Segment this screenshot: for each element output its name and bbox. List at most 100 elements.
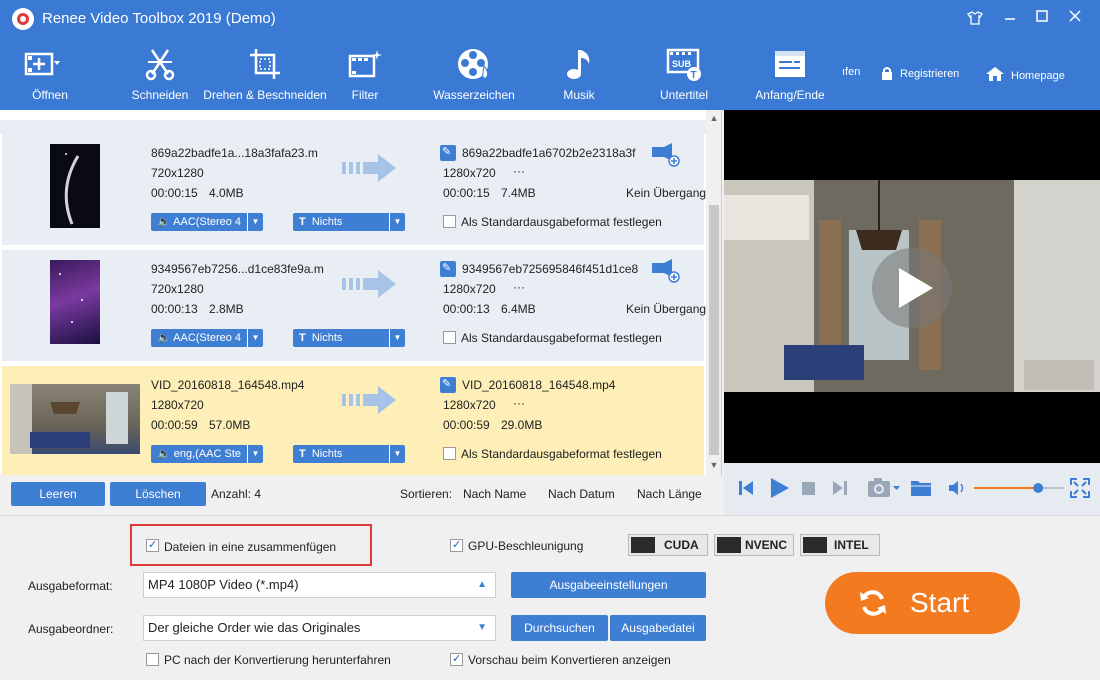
chevron-down-icon: ▼ (389, 329, 405, 347)
audio-track-value: 🔈 AAC(Stereo 4 (157, 332, 242, 344)
output-file-button[interactable]: Ausgabedatei (610, 615, 706, 641)
shutdown-checkbox[interactable] (146, 653, 159, 666)
register-link[interactable]: Registrieren (880, 66, 959, 80)
edit-name-icon[interactable] (440, 377, 456, 393)
cuda-badge: CUDA (628, 534, 708, 556)
output-folder-select[interactable]: Der gleiche Order wie das Originales ▼ (143, 615, 496, 641)
subtitle-dropdown[interactable]: T Nichts ▼ (293, 329, 405, 347)
audio-track-value: 🔈 AAC(Stereo 4 (157, 216, 242, 228)
speaker-icon: 🔈 (157, 448, 171, 460)
filter-label: Filter (351, 88, 379, 102)
list-item[interactable]: 9349567eb7256...d1ce83fe9a.m 720x1280 00… (2, 250, 707, 361)
shirt-icon[interactable] (960, 6, 990, 30)
filter-button[interactable]: Filter (340, 38, 390, 110)
skip-back-icon[interactable] (738, 480, 754, 496)
output-size: 6.4MB (501, 302, 536, 316)
output-more[interactable]: ··· (513, 396, 525, 410)
start-label: Start (910, 587, 970, 618)
transition-label: Kein Übergang (626, 302, 707, 316)
list-item[interactable]: 869a22badfe1a...18a3fafa23.m 720x1280 00… (2, 134, 706, 245)
chevron-down-icon: ▼ (389, 213, 405, 231)
scroll-up-icon[interactable]: ▲ (706, 110, 721, 126)
list-scrollbar[interactable]: ▲ ▼ (706, 110, 721, 475)
subtitle-label: Untertitel (659, 88, 709, 102)
edit-name-icon[interactable] (440, 261, 456, 277)
close-button[interactable] (1060, 6, 1090, 30)
minimize-button[interactable] (995, 6, 1025, 30)
output-duration: 00:00:15 (443, 186, 490, 200)
set-default-checkbox[interactable] (443, 447, 456, 460)
open-button[interactable]: Öffnen (14, 38, 86, 110)
video-thumbnail (10, 384, 140, 454)
output-more[interactable]: ··· (513, 280, 525, 294)
watermark-button[interactable]: Wasserzeichen (425, 38, 523, 110)
sort-by-date[interactable]: Nach Datum (548, 487, 615, 501)
volume-icon[interactable] (948, 480, 966, 496)
output-more[interactable]: ··· (513, 164, 525, 178)
homepage-link[interactable]: Homepage (985, 66, 1065, 82)
add-transition-icon[interactable] (650, 143, 680, 167)
play-icon[interactable] (768, 477, 790, 499)
start-end-button[interactable]: Anfang/Ende (750, 38, 830, 110)
video-preview[interactable] (724, 110, 1100, 463)
start-end-label: Anfang/Ende (755, 88, 825, 102)
source-size: 4.0MB (209, 186, 244, 200)
clear-button[interactable]: Leeren (11, 482, 105, 506)
gpu-acceleration-checkbox[interactable] (450, 538, 463, 552)
lock-icon (882, 67, 892, 80)
scroll-thumb[interactable] (709, 205, 719, 455)
output-format-select[interactable]: MP4 1080P Video (*.mp4) ▲ (143, 572, 496, 598)
output-filename: 869a22badfe1a6702b2e2318a3f (462, 146, 636, 160)
add-transition-icon[interactable] (650, 259, 680, 283)
buy-link[interactable]: ıfen (842, 66, 860, 78)
homepage-label: Homepage (1011, 70, 1065, 82)
delete-button[interactable]: Löschen (110, 482, 206, 506)
stop-icon[interactable] (802, 482, 815, 495)
merge-files-checkbox[interactable] (146, 538, 159, 552)
source-resolution: 720x1280 (151, 282, 204, 296)
subtitle-dropdown[interactable]: T Nichts ▼ (293, 213, 405, 231)
set-default-checkbox[interactable] (443, 215, 456, 228)
start-end-icon (775, 51, 805, 77)
subtitle-dropdown[interactable]: T Nichts ▼ (293, 445, 405, 463)
intel-badge: INTEL (800, 534, 880, 556)
set-default-checkbox[interactable] (443, 331, 456, 344)
source-duration: 00:00:59 (151, 418, 198, 432)
cut-button[interactable]: Schneiden (125, 38, 195, 110)
audio-track-dropdown[interactable]: 🔈 AAC(Stereo 4 ▼ (151, 329, 263, 347)
sort-by-length[interactable]: Nach Länge (637, 487, 702, 501)
source-filename: 9349567eb7256...d1ce83fe9a.m (151, 262, 324, 276)
output-duration: 00:00:13 (443, 302, 490, 316)
fullscreen-icon[interactable] (1070, 478, 1090, 498)
audio-track-dropdown[interactable]: 🔈 eng,(AAC Ste ▼ (151, 445, 263, 463)
nvidia-icon (631, 537, 655, 553)
chevron-down-icon: ▼ (247, 329, 263, 347)
cut-label: Schneiden (131, 88, 189, 102)
volume-slider[interactable] (974, 481, 1064, 495)
scroll-down-icon[interactable]: ▼ (706, 457, 721, 473)
output-duration: 00:00:59 (443, 418, 490, 432)
audio-track-dropdown[interactable]: 🔈 AAC(Stereo 4 ▼ (151, 213, 263, 231)
folder-icon[interactable] (910, 479, 932, 497)
player-controls (724, 463, 1100, 515)
preview-while-converting-checkbox[interactable] (450, 652, 463, 666)
music-button[interactable]: Musik (556, 38, 602, 110)
edit-name-icon[interactable] (440, 145, 456, 161)
maximize-button[interactable] (1027, 6, 1057, 30)
browse-button[interactable]: Durchsuchen (511, 615, 608, 641)
rotate-crop-button[interactable]: Drehen & Beschneiden (199, 38, 331, 110)
sort-by-name[interactable]: Nach Name (463, 487, 526, 501)
list-item-selected[interactable]: VID_20160818_164548.mp4 1280x720 00:00:5… (2, 366, 704, 475)
list-actions-bar: Leeren Löschen Anzahl: 4 Sortieren: Nach… (0, 475, 722, 515)
main-toolbar: Öffnen Schneiden Drehen & Beschneiden Fi… (0, 38, 1100, 110)
file-count: Anzahl: 4 (211, 487, 262, 501)
file-list: 869a22badfe1a...18a3fafa23.m 720x1280 00… (0, 110, 722, 475)
output-settings-button[interactable]: Ausgabeeinstellungen (511, 572, 706, 598)
snapshot-icon[interactable] (867, 477, 901, 499)
volume-knob[interactable] (1033, 483, 1044, 493)
intel-icon (803, 537, 827, 553)
start-button[interactable]: Start (825, 572, 1020, 634)
subtitle-button[interactable]: SUB T Untertitel (650, 38, 718, 110)
skip-forward-icon[interactable] (832, 480, 848, 496)
output-resolution: 1280x720 (443, 282, 496, 296)
